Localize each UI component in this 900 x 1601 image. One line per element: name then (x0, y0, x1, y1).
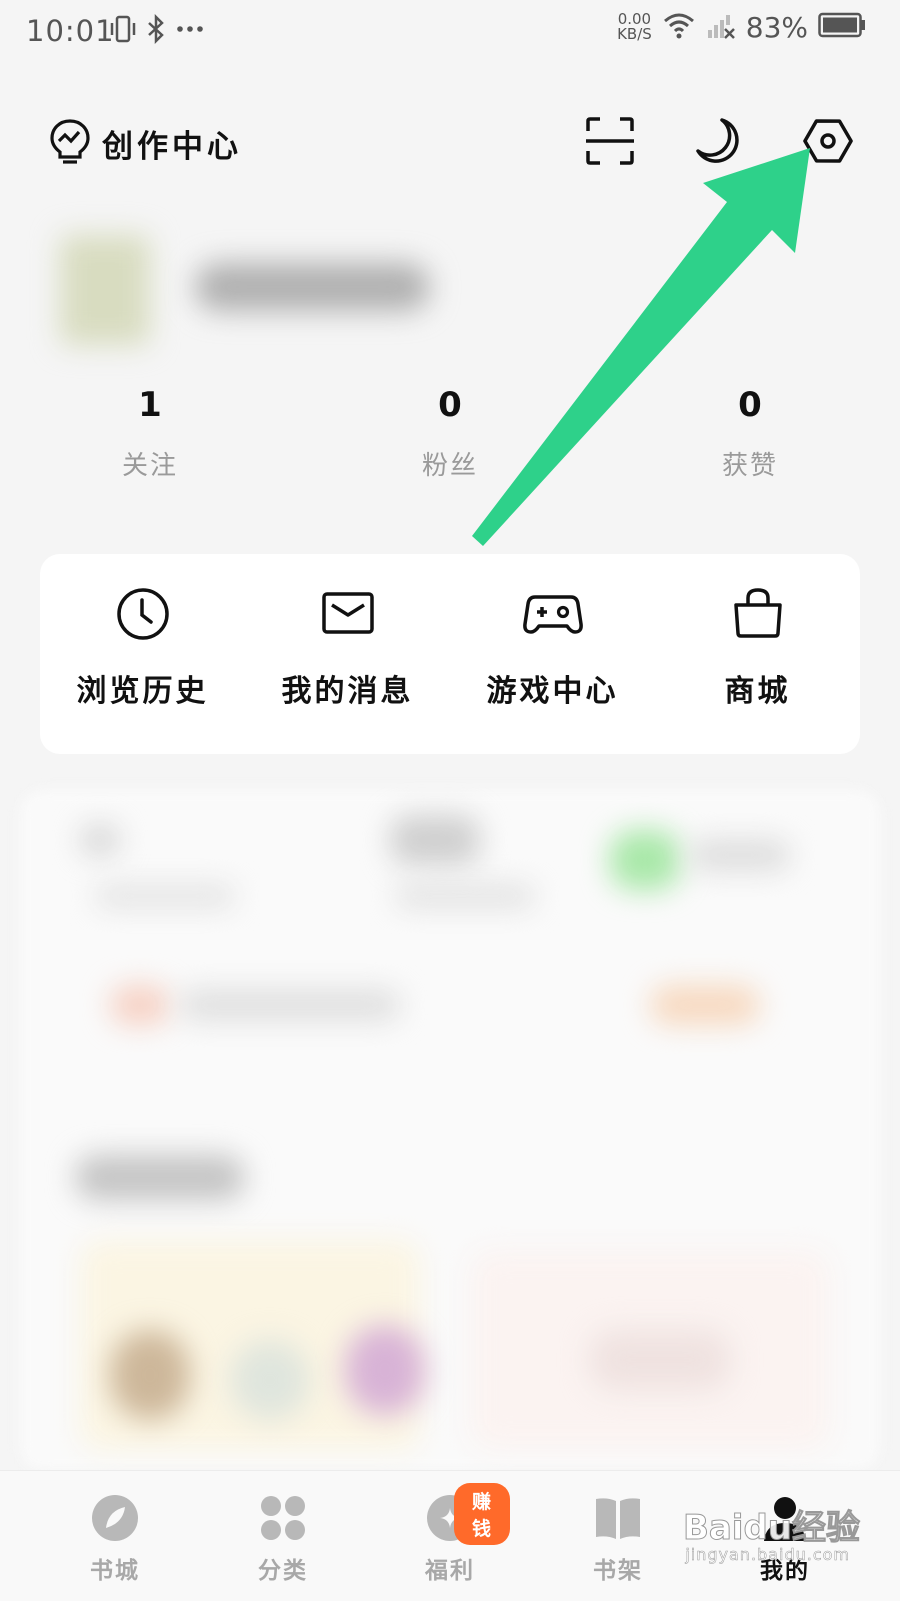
book-icon (593, 1493, 643, 1543)
stat-following[interactable]: 1 关注 (50, 385, 250, 482)
nav-label: 分类 (258, 1558, 308, 1584)
compass-icon (90, 1493, 140, 1543)
stat-likes[interactable]: 0 获赞 (650, 385, 850, 482)
username-blurred (195, 263, 430, 311)
speed-unit: KB/S (617, 25, 652, 43)
bluetooth-icon (146, 13, 166, 48)
blur-block (75, 1155, 245, 1200)
network-speed: 0.00 KB/S (617, 12, 652, 42)
stat-label: 获赞 (721, 451, 778, 481)
blur-block (180, 990, 400, 1020)
blur-block (110, 1330, 190, 1420)
blur-block (345, 1325, 425, 1415)
profile-section[interactable] (0, 195, 900, 365)
nav-label: 书架 (593, 1558, 643, 1584)
blur-block (110, 985, 170, 1025)
nav-label: 书城 (90, 1558, 140, 1584)
stat-label: 关注 (121, 451, 178, 481)
quick-browse-history[interactable]: 浏览历史 (40, 584, 245, 710)
status-time: 10:01 (26, 14, 115, 48)
stats-row: 1 关注 0 粉丝 0 获赞 (0, 385, 900, 495)
quick-label: 我的消息 (281, 674, 414, 709)
stat-value: 0 (438, 385, 462, 425)
creation-center-label: 创作中心 (102, 128, 242, 165)
nav-label: 福利 (425, 1558, 475, 1584)
stat-label: 粉丝 (421, 451, 478, 481)
mail-icon (318, 584, 378, 644)
clock-icon (113, 584, 173, 644)
quick-actions-card: 浏览历史 我的消息 游戏中心 商城 (40, 554, 860, 754)
wifi-icon (662, 10, 696, 44)
quick-shop[interactable]: 商城 (655, 584, 860, 710)
nav-bookstore[interactable]: 书城 (55, 1493, 175, 1585)
blur-block (80, 825, 120, 855)
vibrate-icon (110, 14, 136, 48)
battery-percent: 83% (745, 10, 808, 44)
moon-icon[interactable] (692, 115, 744, 167)
status-bar: 10:01 0.00 KB/S 83% (0, 0, 900, 64)
baidu-watermark-url: jingyan.baidu.com (685, 1545, 850, 1565)
avatar[interactable] (60, 235, 150, 345)
blur-block (230, 1340, 310, 1420)
blur-block (590, 1330, 730, 1390)
lightbulb-chart-icon (48, 117, 92, 169)
blur-block (650, 985, 760, 1025)
quick-label: 游戏中心 (486, 674, 619, 709)
nav-category[interactable]: 分类 (223, 1493, 343, 1585)
top-header: 创作中心 (0, 95, 900, 190)
nav-welfare[interactable]: 赚钱 福利 (390, 1483, 510, 1585)
blur-block (610, 830, 680, 890)
settings-icon[interactable] (802, 115, 854, 167)
grid-icon (258, 1493, 308, 1543)
nav-bookshelf[interactable]: 书架 (558, 1493, 678, 1585)
earn-money-badge[interactable]: 赚钱 (454, 1483, 510, 1545)
creation-center-button[interactable]: 创作中心 (48, 117, 242, 169)
battery-icon (818, 12, 866, 42)
scan-icon[interactable] (584, 115, 636, 167)
blurred-content (0, 770, 900, 1470)
quick-my-messages[interactable]: 我的消息 (245, 584, 450, 710)
quick-label: 浏览历史 (76, 674, 209, 709)
baidu-watermark: Baidu经验 (682, 1508, 860, 1549)
gamepad-icon (522, 584, 583, 644)
status-right-icons: 0.00 KB/S 83% (617, 10, 866, 44)
quick-label: 商城 (724, 674, 791, 709)
signal-icon (706, 10, 736, 44)
blur-block (690, 840, 790, 870)
blur-block (390, 815, 480, 865)
blur-block (395, 885, 535, 907)
stat-value: 0 (738, 385, 762, 425)
stat-value: 1 (138, 385, 162, 425)
blur-block (95, 885, 235, 907)
quick-game-center[interactable]: 游戏中心 (450, 584, 655, 710)
more-dots-icon (176, 14, 204, 48)
shopping-bag-icon (728, 584, 788, 644)
status-left-icons (110, 13, 204, 48)
stat-fans[interactable]: 0 粉丝 (350, 385, 550, 482)
